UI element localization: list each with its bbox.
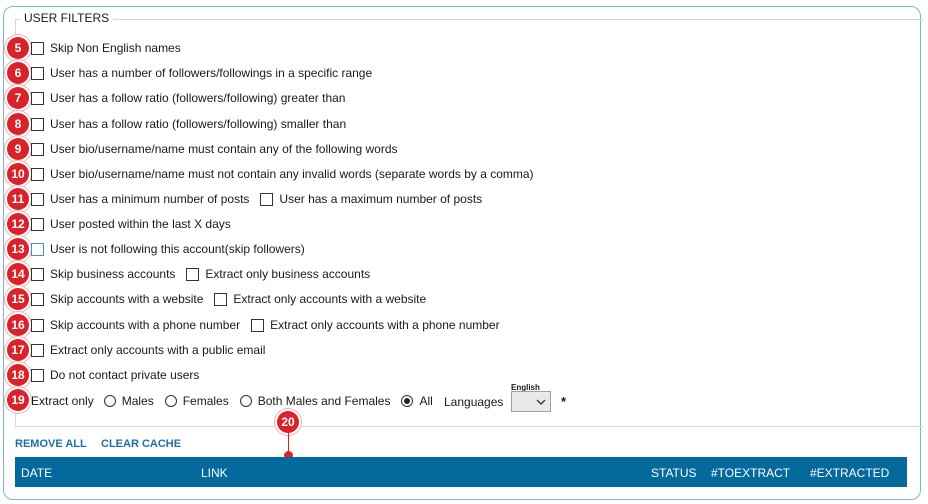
filter-not-following[interactable]: User is not following this account(skip … (31, 240, 305, 258)
step-badge-16: 16 (7, 314, 29, 336)
checkbox[interactable] (31, 41, 44, 55)
filter-label: User has a follow ratio (followers/follo… (50, 91, 346, 105)
step-badge-13: 13 (7, 238, 29, 260)
step-badge-6: 6 (7, 62, 29, 84)
checkbox-skip-business[interactable] (31, 267, 44, 281)
checkbox-only-business[interactable] (186, 267, 200, 281)
checkbox[interactable] (31, 117, 44, 131)
filter-ratio-smaller[interactable]: User has a follow ratio (followers/follo… (31, 115, 346, 133)
filter-label: Skip business accounts (50, 267, 176, 281)
step-badge-10: 10 (7, 163, 29, 185)
checkbox[interactable] (31, 368, 44, 382)
extract-only-label: Extract only (31, 394, 94, 408)
filter-label: User bio/username/name must not contain … (50, 167, 534, 181)
radio-all[interactable] (401, 395, 414, 407)
step-badge-15: 15 (7, 288, 29, 310)
clear-cache-button[interactable]: CLEAR CACHE (101, 438, 181, 450)
filter-label: Extract only accounts with a website (233, 292, 427, 306)
step-badge-9: 9 (7, 138, 29, 160)
checkbox[interactable] (31, 167, 44, 181)
checkbox-max-posts[interactable] (260, 192, 274, 206)
filter-bio-contains[interactable]: User bio/username/name must contain any … (31, 140, 398, 158)
filter-label: Do not contact private users (50, 368, 200, 382)
filter-label: Skip Non English names (50, 41, 181, 55)
results-table-header: DATE LINK STATUS #TOEXTRACT #EXTRACTED (15, 457, 907, 487)
column-toextract[interactable]: #TOEXTRACT (711, 466, 790, 480)
column-extracted[interactable]: #EXTRACTED (810, 466, 889, 480)
filter-label: User has a minimum number of posts (50, 192, 250, 206)
filter-posts-range: User has a minimum number of posts User … (31, 190, 482, 208)
filter-business: Skip business accounts Extract only busi… (31, 265, 370, 283)
step-badge-17: 17 (7, 339, 29, 361)
checkbox-only-phone[interactable] (251, 318, 265, 332)
checkbox[interactable] (31, 66, 44, 80)
step-badge-8: 8 (7, 113, 29, 135)
languages-label: Languages (444, 395, 504, 409)
filter-label: User has a maximum number of posts (279, 192, 483, 206)
step-badge-7: 7 (7, 87, 29, 109)
checkbox-skip-website[interactable] (31, 292, 44, 306)
filter-public-email[interactable]: Extract only accounts with a public emai… (31, 341, 265, 359)
remove-all-button[interactable]: REMOVE ALL (15, 438, 87, 450)
column-date[interactable]: DATE (21, 466, 52, 480)
group-title: USER FILTERS (20, 11, 114, 25)
filter-posted-within[interactable]: User posted within the last X days (31, 215, 231, 233)
filter-label: Skip accounts with a website (50, 292, 204, 306)
radio-label: Both Males and Females (257, 394, 391, 408)
filter-website: Skip accounts with a website Extract onl… (31, 290, 426, 308)
step-badge-19: 19 (7, 389, 29, 411)
checkbox[interactable] (31, 217, 44, 231)
step-badge-5: 5 (7, 37, 29, 59)
checkbox[interactable] (31, 343, 44, 357)
required-marker: * (561, 394, 567, 409)
column-link[interactable]: LINK (201, 466, 228, 480)
filter-skip-non-english[interactable]: Skip Non English names (31, 39, 181, 57)
step-badge-14: 14 (7, 263, 29, 285)
filter-label: User bio/username/name must contain any … (50, 142, 398, 156)
checkbox[interactable] (31, 91, 44, 105)
radio-label: Females (182, 394, 229, 408)
step-badge-12: 12 (7, 213, 29, 235)
filter-label: Extract only business accounts (205, 267, 371, 281)
checkbox[interactable] (31, 142, 44, 156)
language-select[interactable] (511, 391, 551, 412)
step-badge-20: 20 (277, 411, 299, 433)
extract-only-group: Extract only Males Females Both Males an… (31, 392, 433, 410)
filter-label: User has a follow ratio (followers/follo… (50, 117, 347, 131)
filter-private-users[interactable]: Do not contact private users (31, 366, 199, 384)
filter-label: Skip accounts with a phone number (50, 318, 241, 332)
chevron-down-icon (536, 399, 546, 405)
filter-label: Extract only accounts with a public emai… (50, 343, 266, 357)
filter-phone: Skip accounts with a phone number Extrac… (31, 316, 500, 334)
checkbox-min-posts[interactable] (31, 192, 44, 206)
filter-followers-range[interactable]: User has a number of followers/following… (31, 64, 372, 82)
filter-label: User has a number of followers/following… (50, 66, 373, 80)
filter-bio-invalid[interactable]: User bio/username/name must not contain … (31, 165, 534, 183)
radio-label: Males (121, 394, 154, 408)
radio-label: All (419, 394, 433, 408)
checkbox-skip-phone[interactable] (31, 318, 44, 332)
step-badge-18: 18 (7, 364, 29, 386)
filter-label: User is not following this account(skip … (50, 242, 305, 256)
checkbox[interactable] (31, 242, 44, 256)
radio-females[interactable] (164, 395, 177, 407)
radio-both[interactable] (239, 395, 252, 407)
step-badge-11: 11 (7, 188, 29, 210)
filter-label: Extract only accounts with a phone numbe… (270, 318, 500, 332)
filter-ratio-greater[interactable]: User has a follow ratio (followers/follo… (31, 89, 345, 107)
radio-males[interactable] (103, 395, 116, 407)
column-status[interactable]: STATUS (651, 466, 697, 480)
checkbox-only-website[interactable] (214, 292, 228, 306)
filter-label: User posted within the last X days (50, 217, 231, 231)
